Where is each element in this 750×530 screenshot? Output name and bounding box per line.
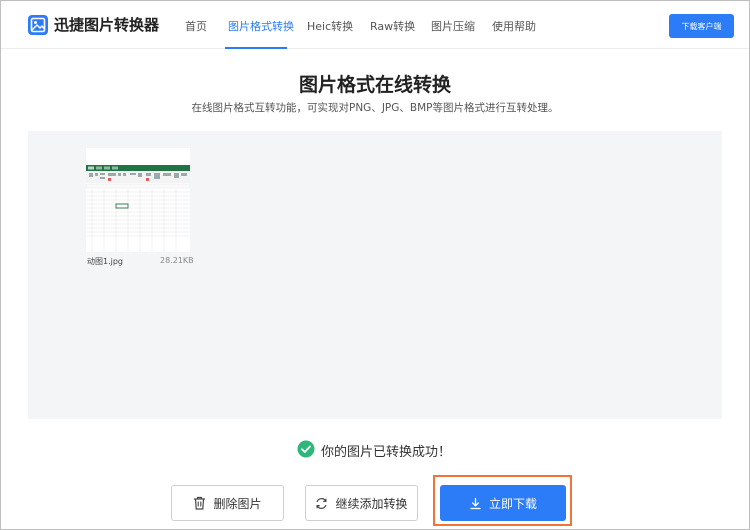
logo-icon xyxy=(28,15,48,35)
download-now-button[interactable]: 立即下载 xyxy=(440,485,566,521)
page-subtitle: 在线图片格式互转功能，可实现对PNG、JPG、BMP等图片格式进行互转处理。 xyxy=(191,102,559,114)
refresh-icon xyxy=(316,497,328,509)
file-thumbnail[interactable] xyxy=(85,148,191,252)
active-tab-indicator xyxy=(225,47,287,49)
page-title: 图片格式在线转换 xyxy=(298,74,451,96)
continue-add-label: 继续添加转换 xyxy=(335,496,408,511)
continue-add-button[interactable]: 继续添加转换 xyxy=(305,485,418,521)
file-name: 动图1.jpg xyxy=(87,257,124,266)
delete-image-label: 删除图片 xyxy=(213,496,262,511)
download-icon xyxy=(470,497,481,509)
download-now-label: 立即下载 xyxy=(488,496,537,511)
nav-raw-convert[interactable]: Raw转换 xyxy=(370,18,415,34)
nav-format-convert[interactable]: 图片格式转换 xyxy=(228,18,294,34)
spreadsheet-thumbnail-icon xyxy=(85,148,191,252)
download-client-button[interactable]: 下载客户端 xyxy=(669,14,734,38)
delete-image-button[interactable]: 删除图片 xyxy=(171,485,284,521)
trash-icon xyxy=(194,496,206,510)
brand-name[interactable]: 迅捷图片转换器 xyxy=(54,14,159,35)
top-navbar: 迅捷图片转换器 首页 图片格式转换 Heic转换 Raw转换 图片压缩 使用帮助… xyxy=(1,1,749,49)
nav-heic-convert[interactable]: Heic转换 xyxy=(307,18,353,34)
file-workspace: 动图1.jpg 28.21KB xyxy=(28,131,722,419)
nav-home[interactable]: 首页 xyxy=(185,18,207,34)
nav-image-compress[interactable]: 图片压缩 xyxy=(431,18,475,34)
file-size: 28.21KB xyxy=(160,256,194,265)
success-message: 你的图片已转换成功！ xyxy=(321,445,452,460)
check-circle-icon xyxy=(297,440,315,458)
nav-help[interactable]: 使用帮助 xyxy=(492,18,536,34)
